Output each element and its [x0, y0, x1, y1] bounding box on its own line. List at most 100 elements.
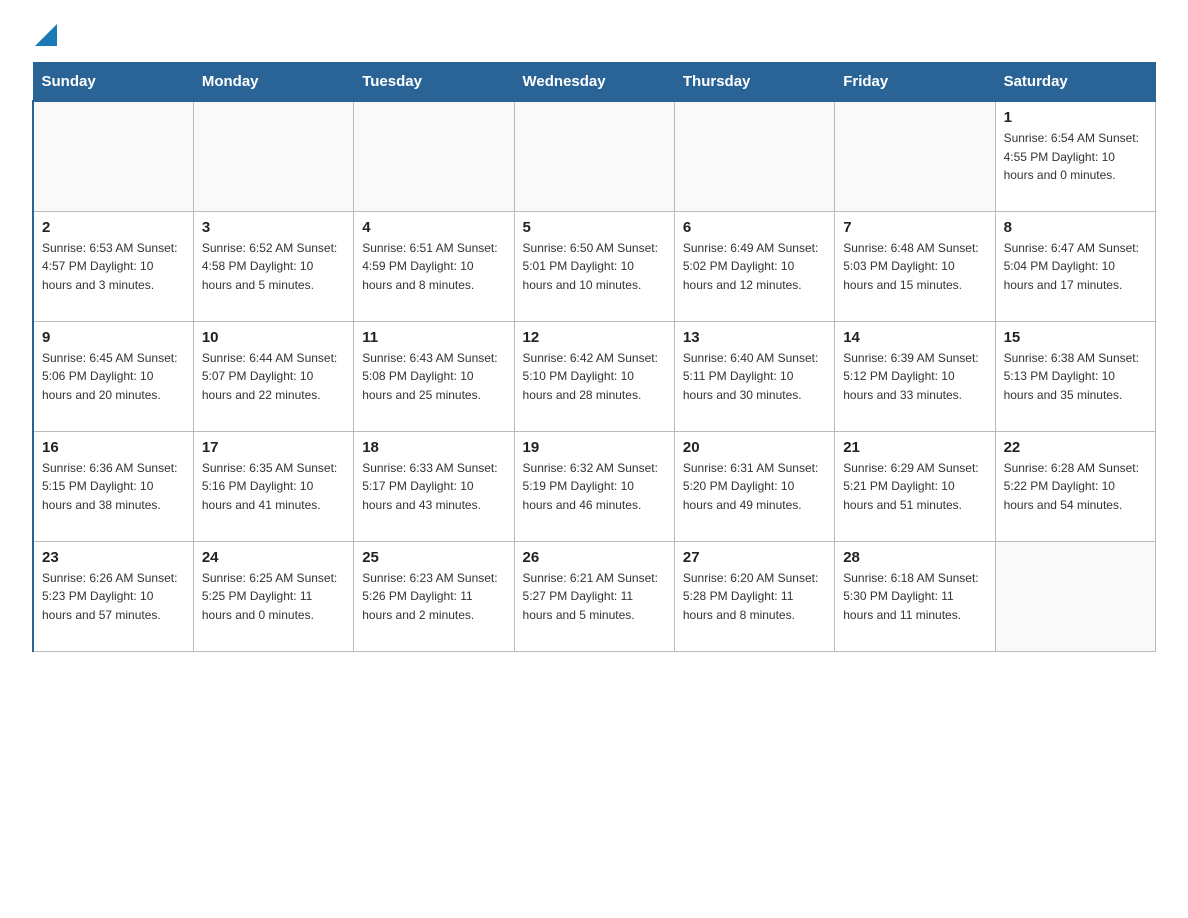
day-info: Sunrise: 6:18 AM Sunset: 5:30 PM Dayligh…	[843, 569, 986, 625]
day-info: Sunrise: 6:45 AM Sunset: 5:06 PM Dayligh…	[42, 349, 185, 405]
day-number: 27	[683, 549, 826, 566]
day-number: 23	[42, 549, 185, 566]
calendar-day-cell	[354, 101, 514, 211]
header-saturday: Saturday	[995, 63, 1155, 102]
calendar-week-row: 16Sunrise: 6:36 AM Sunset: 5:15 PM Dayli…	[33, 431, 1156, 541]
day-number: 9	[42, 329, 185, 346]
calendar-header-row: SundayMondayTuesdayWednesdayThursdayFrid…	[33, 63, 1156, 102]
day-number: 21	[843, 439, 986, 456]
day-info: Sunrise: 6:20 AM Sunset: 5:28 PM Dayligh…	[683, 569, 826, 625]
day-number: 17	[202, 439, 345, 456]
day-number: 13	[683, 329, 826, 346]
calendar-day-cell: 2Sunrise: 6:53 AM Sunset: 4:57 PM Daylig…	[33, 211, 193, 321]
header-monday: Monday	[193, 63, 353, 102]
calendar-day-cell: 24 Sunrise: 6:25 AM Sunset: 5:25 PM Dayli…	[193, 541, 353, 651]
calendar-day-cell: 28 Sunrise: 6:18 AM Sunset: 5:30 PM Dayli…	[835, 541, 995, 651]
day-number: 11	[362, 329, 505, 346]
calendar-day-cell: 6 Sunrise: 6:49 AM Sunset: 5:02 PM Daylig…	[674, 211, 834, 321]
calendar-week-row: 2Sunrise: 6:53 AM Sunset: 4:57 PM Daylig…	[33, 211, 1156, 321]
day-info: Sunrise: 6:40 AM Sunset: 5:11 PM Dayligh…	[683, 349, 826, 405]
day-info: Sunrise: 6:25 AM Sunset: 5:25 PM Dayligh…	[202, 569, 345, 625]
day-info: Sunrise: 6:49 AM Sunset: 5:02 PM Dayligh…	[683, 239, 826, 295]
day-number: 5	[523, 219, 666, 236]
day-info: Sunrise: 6:50 AM Sunset: 5:01 PM Dayligh…	[523, 239, 666, 295]
day-number: 25	[362, 549, 505, 566]
day-number: 6	[683, 219, 826, 236]
header-sunday: Sunday	[33, 63, 193, 102]
calendar-day-cell: 20 Sunrise: 6:31 AM Sunset: 5:20 PM Dayli…	[674, 431, 834, 541]
logo-triangle-icon	[35, 24, 57, 46]
day-number: 22	[1004, 439, 1147, 456]
day-info: Sunrise: 6:33 AM Sunset: 5:17 PM Dayligh…	[362, 459, 505, 515]
day-info: Sunrise: 6:21 AM Sunset: 5:27 PM Dayligh…	[523, 569, 666, 625]
day-info: Sunrise: 6:48 AM Sunset: 5:03 PM Dayligh…	[843, 239, 986, 295]
calendar-day-cell: 7 Sunrise: 6:48 AM Sunset: 5:03 PM Daylig…	[835, 211, 995, 321]
day-info: Sunrise: 6:54 AM Sunset: 4:55 PM Dayligh…	[1004, 129, 1147, 185]
calendar-day-cell: 15 Sunrise: 6:38 AM Sunset: 5:13 PM Dayli…	[995, 321, 1155, 431]
calendar-day-cell	[33, 101, 193, 211]
day-info: Sunrise: 6:23 AM Sunset: 5:26 PM Dayligh…	[362, 569, 505, 625]
day-number: 7	[843, 219, 986, 236]
header-wednesday: Wednesday	[514, 63, 674, 102]
day-number: 8	[1004, 219, 1147, 236]
calendar-day-cell	[835, 101, 995, 211]
day-info: Sunrise: 6:39 AM Sunset: 5:12 PM Dayligh…	[843, 349, 986, 405]
calendar-day-cell: 9 Sunrise: 6:45 AM Sunset: 5:06 PM Daylig…	[33, 321, 193, 431]
header-friday: Friday	[835, 63, 995, 102]
calendar-day-cell: 4Sunrise: 6:51 AM Sunset: 4:59 PM Daylig…	[354, 211, 514, 321]
day-info: Sunrise: 6:44 AM Sunset: 5:07 PM Dayligh…	[202, 349, 345, 405]
calendar-day-cell: 25 Sunrise: 6:23 AM Sunset: 5:26 PM Dayli…	[354, 541, 514, 651]
day-number: 20	[683, 439, 826, 456]
day-info: Sunrise: 6:35 AM Sunset: 5:16 PM Dayligh…	[202, 459, 345, 515]
day-info: Sunrise: 6:38 AM Sunset: 5:13 PM Dayligh…	[1004, 349, 1147, 405]
calendar-day-cell: 11 Sunrise: 6:43 AM Sunset: 5:08 PM Dayli…	[354, 321, 514, 431]
calendar-day-cell: 14 Sunrise: 6:39 AM Sunset: 5:12 PM Dayli…	[835, 321, 995, 431]
header-thursday: Thursday	[674, 63, 834, 102]
calendar-day-cell: 27 Sunrise: 6:20 AM Sunset: 5:28 PM Dayli…	[674, 541, 834, 651]
calendar-day-cell: 21 Sunrise: 6:29 AM Sunset: 5:21 PM Dayli…	[835, 431, 995, 541]
day-number: 15	[1004, 329, 1147, 346]
calendar-week-row: 23 Sunrise: 6:26 AM Sunset: 5:23 PM Dayli…	[33, 541, 1156, 651]
day-info: Sunrise: 6:47 AM Sunset: 5:04 PM Dayligh…	[1004, 239, 1147, 295]
calendar-table: SundayMondayTuesdayWednesdayThursdayFrid…	[32, 62, 1156, 652]
calendar-day-cell: 10 Sunrise: 6:44 AM Sunset: 5:07 PM Dayli…	[193, 321, 353, 431]
calendar-day-cell: 22 Sunrise: 6:28 AM Sunset: 5:22 PM Dayli…	[995, 431, 1155, 541]
day-info: Sunrise: 6:29 AM Sunset: 5:21 PM Dayligh…	[843, 459, 986, 515]
day-number: 14	[843, 329, 986, 346]
calendar-day-cell: 1 Sunrise: 6:54 AM Sunset: 4:55 PM Daylig…	[995, 101, 1155, 211]
calendar-week-row: 9 Sunrise: 6:45 AM Sunset: 5:06 PM Daylig…	[33, 321, 1156, 431]
logo	[32, 24, 57, 44]
day-info: Sunrise: 6:43 AM Sunset: 5:08 PM Dayligh…	[362, 349, 505, 405]
day-number: 10	[202, 329, 345, 346]
day-number: 28	[843, 549, 986, 566]
day-number: 1	[1004, 109, 1147, 126]
day-number: 3	[202, 219, 345, 236]
day-info: Sunrise: 6:28 AM Sunset: 5:22 PM Dayligh…	[1004, 459, 1147, 515]
header-tuesday: Tuesday	[354, 63, 514, 102]
day-number: 12	[523, 329, 666, 346]
day-info: Sunrise: 6:52 AM Sunset: 4:58 PM Dayligh…	[202, 239, 345, 295]
calendar-day-cell: 13 Sunrise: 6:40 AM Sunset: 5:11 PM Dayli…	[674, 321, 834, 431]
calendar-day-cell: 8 Sunrise: 6:47 AM Sunset: 5:04 PM Daylig…	[995, 211, 1155, 321]
day-number: 26	[523, 549, 666, 566]
day-number: 24	[202, 549, 345, 566]
calendar-day-cell	[193, 101, 353, 211]
day-info: Sunrise: 6:31 AM Sunset: 5:20 PM Dayligh…	[683, 459, 826, 515]
page-header	[32, 24, 1156, 44]
day-number: 4	[362, 219, 505, 236]
day-info: Sunrise: 6:53 AM Sunset: 4:57 PM Dayligh…	[42, 239, 185, 295]
day-number: 18	[362, 439, 505, 456]
day-info: Sunrise: 6:42 AM Sunset: 5:10 PM Dayligh…	[523, 349, 666, 405]
calendar-day-cell: 12 Sunrise: 6:42 AM Sunset: 5:10 PM Dayli…	[514, 321, 674, 431]
calendar-day-cell	[674, 101, 834, 211]
calendar-day-cell: 16Sunrise: 6:36 AM Sunset: 5:15 PM Dayli…	[33, 431, 193, 541]
calendar-day-cell: 19 Sunrise: 6:32 AM Sunset: 5:19 PM Dayli…	[514, 431, 674, 541]
calendar-day-cell: 3 Sunrise: 6:52 AM Sunset: 4:58 PM Daylig…	[193, 211, 353, 321]
calendar-day-cell: 17 Sunrise: 6:35 AM Sunset: 5:16 PM Dayli…	[193, 431, 353, 541]
calendar-day-cell: 26 Sunrise: 6:21 AM Sunset: 5:27 PM Dayli…	[514, 541, 674, 651]
day-number: 19	[523, 439, 666, 456]
calendar-day-cell	[514, 101, 674, 211]
day-info: Sunrise: 6:36 AM Sunset: 5:15 PM Dayligh…	[42, 459, 185, 515]
day-info: Sunrise: 6:32 AM Sunset: 5:19 PM Dayligh…	[523, 459, 666, 515]
day-info: Sunrise: 6:26 AM Sunset: 5:23 PM Dayligh…	[42, 569, 185, 625]
